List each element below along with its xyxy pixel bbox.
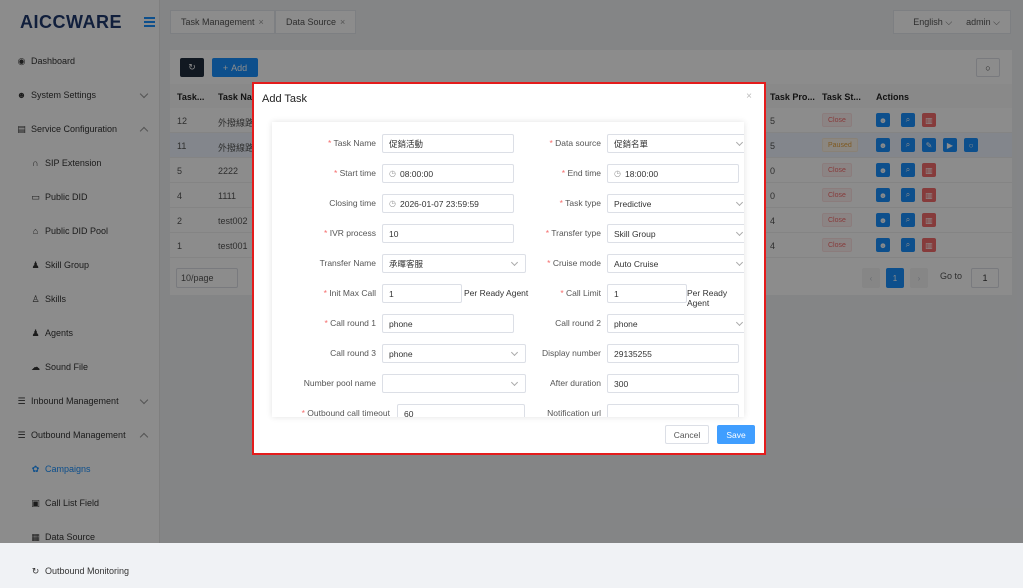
call-limit-suffix: Per Ready Agent — [687, 288, 728, 308]
sidebar-item-outbound-monitoring[interactable]: ↻ Outbound Monitoring — [0, 554, 159, 588]
chevron-down-icon — [735, 318, 744, 327]
display-number-label: Display number — [541, 348, 601, 358]
transfer-type-label: * Transfer type — [545, 228, 601, 238]
chevron-down-icon — [735, 228, 744, 237]
task-name-label: * Task Name — [327, 138, 376, 148]
closing-time-label: Closing time — [329, 198, 376, 208]
add-task-dialog: Add Task × * Task Name 促銷活動 * Data sourc… — [252, 82, 766, 455]
outbound-call-timeout-input[interactable]: 60 — [397, 404, 525, 417]
clock-icon: ◷ — [389, 199, 396, 208]
dialog-footer: Cancel Save — [665, 425, 755, 444]
after-duration-label: After duration — [549, 378, 601, 388]
task-form: * Task Name 促銷活動 * Data source 促銷名單 * St… — [272, 122, 744, 417]
chevron-down-icon — [735, 198, 744, 207]
clock-icon: ◷ — [614, 169, 621, 178]
data-source-label: * Data source — [549, 138, 601, 148]
transfer-type-select[interactable]: Skill Group — [607, 224, 744, 243]
init-max-call-suffix: Per Ready Agent — [464, 288, 529, 298]
init-max-call-input[interactable]: 1 — [382, 284, 462, 303]
cancel-button[interactable]: Cancel — [665, 425, 709, 444]
clock-icon: ◷ — [389, 169, 396, 178]
ivr-process-input[interactable]: 10 — [382, 224, 514, 243]
task-type-select[interactable]: Predictive — [607, 194, 744, 213]
init-max-call-label: * Init Max Call — [323, 288, 376, 298]
call-round-3-select[interactable]: phone — [382, 344, 526, 363]
chevron-down-icon — [735, 258, 744, 267]
call-round-1-input[interactable]: phone — [382, 314, 514, 333]
start-time-picker[interactable]: ◷ 08:00:00 — [382, 164, 514, 183]
chevron-down-icon — [510, 348, 519, 357]
call-limit-input[interactable]: 1 — [607, 284, 687, 303]
transfer-name-select[interactable]: 承暉客服 — [382, 254, 526, 273]
chevron-down-icon — [510, 258, 519, 267]
call-round-2-select[interactable]: phone — [607, 314, 744, 333]
cruise-mode-select[interactable]: Auto Cruise — [607, 254, 744, 273]
sync-icon: ↻ — [31, 565, 40, 576]
task-name-input[interactable]: 促銷活動 — [382, 134, 514, 153]
close-icon[interactable]: × — [746, 91, 752, 102]
start-time-label: * Start time — [333, 168, 376, 178]
data-source-select[interactable]: 促銷名單 — [607, 134, 744, 153]
transfer-name-label: Transfer Name — [319, 258, 376, 268]
call-round-2-label: Call round 2 — [555, 318, 601, 328]
call-round-3-label: Call round 3 — [330, 348, 376, 358]
call-limit-label: * Call Limit — [560, 288, 601, 298]
end-time-picker[interactable]: ◷ 18:00:00 — [607, 164, 739, 183]
outbound-call-timeout-label: * Outbound call timeout — [301, 408, 390, 417]
number-pool-name-select[interactable] — [382, 374, 526, 393]
task-type-label: * Task type — [559, 198, 601, 208]
closing-time-picker[interactable]: ◷ 2026-01-07 23:59:59 — [382, 194, 514, 213]
display-number-input[interactable]: 29135255 — [607, 344, 739, 363]
dialog-title: Add Task — [262, 93, 308, 105]
end-time-label: * End time — [561, 168, 601, 178]
notification-url-input[interactable] — [607, 404, 739, 417]
notification-url-label: Notification url — [547, 408, 601, 417]
chevron-down-icon — [735, 138, 744, 147]
cruise-mode-label: * Cruise mode — [547, 258, 601, 268]
save-button[interactable]: Save — [717, 425, 755, 444]
after-duration-input[interactable]: 300 — [607, 374, 739, 393]
number-pool-name-label: Number pool name — [303, 378, 376, 388]
chevron-down-icon — [510, 378, 519, 387]
call-round-1-label: * Call round 1 — [324, 318, 376, 328]
ivr-process-label: * IVR process — [324, 228, 376, 238]
